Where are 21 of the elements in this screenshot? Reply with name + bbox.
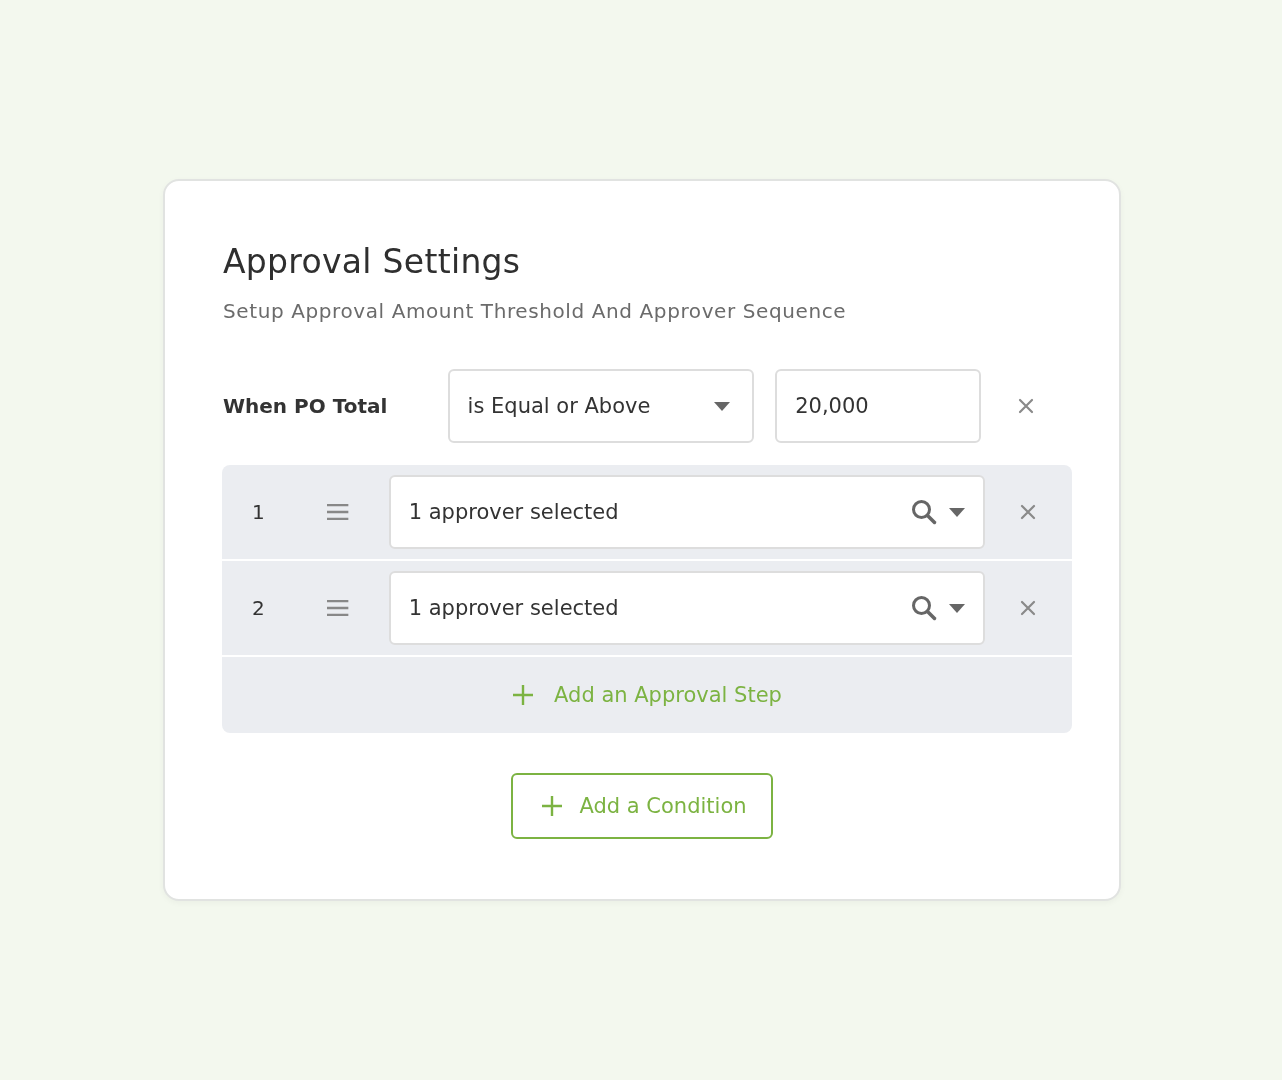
step-number: 1 [252, 500, 266, 524]
close-icon[interactable] [1020, 600, 1037, 616]
caret-icon [948, 507, 965, 517]
drag-handle-icon[interactable] [327, 503, 349, 521]
search-icon [910, 499, 937, 525]
operator-dropdown[interactable]: is Equal or Above [447, 369, 755, 443]
caret-icon [948, 603, 965, 613]
condition-label: When PO Total [223, 394, 389, 418]
search-icon [910, 595, 937, 621]
amount-input[interactable]: 20,000 [775, 369, 982, 443]
caret-icon [714, 401, 731, 411]
close-icon[interactable] [1018, 398, 1035, 414]
plus-icon [541, 795, 564, 817]
close-icon[interactable] [1020, 504, 1037, 520]
card-subtitle: Setup Approval Amount Threshold And Approver Sequence [223, 299, 848, 323]
plus-icon [512, 684, 535, 706]
step-number: 2 [252, 596, 266, 620]
card-title: Approval Settings [223, 241, 522, 283]
approver-field[interactable]: 1 approver selected [388, 571, 985, 645]
drag-handle-icon[interactable] [327, 599, 349, 617]
approver-field[interactable]: 1 approver selected [388, 475, 985, 549]
